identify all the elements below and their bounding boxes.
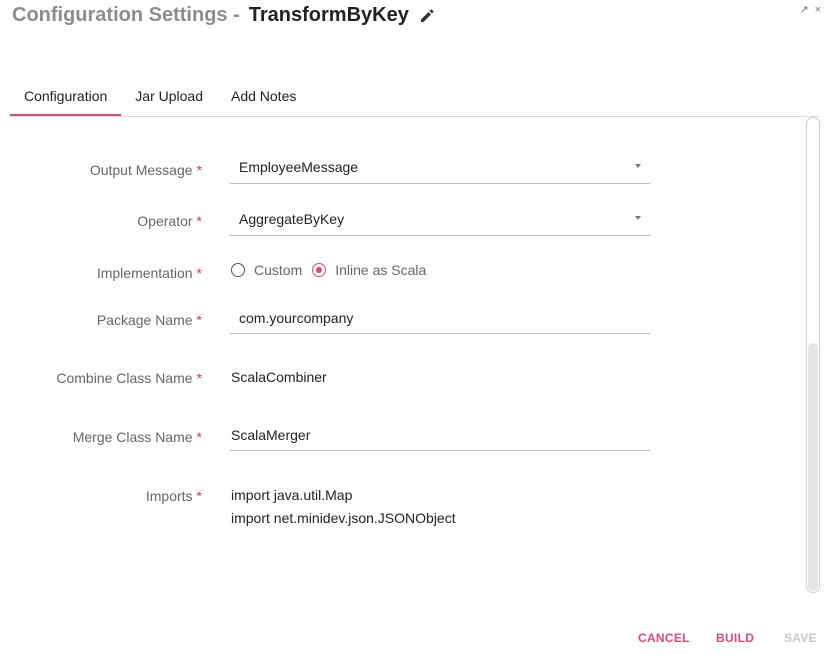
caret-down-icon (635, 164, 641, 168)
tab-configuration[interactable]: Configuration (10, 78, 122, 116)
scrollbar[interactable] (806, 117, 820, 593)
tab-jar-upload[interactable]: Jar Upload (121, 78, 217, 116)
required-mark: * (196, 213, 202, 229)
operator-select[interactable]: AggregateByKey (230, 205, 650, 236)
combine-class-name-value: ScalaCombiner (231, 369, 327, 385)
required-mark: * (196, 162, 202, 178)
imports-editor[interactable]: import java.util.Map import net.minidev.… (231, 484, 456, 530)
radio-inline-scala-label: Inline as Scala (335, 262, 427, 278)
required-mark: * (196, 488, 202, 504)
pencil-icon[interactable] (419, 8, 435, 24)
imports-label: Imports * (146, 488, 202, 504)
output-message-label-text: Output Message (89, 162, 193, 178)
implementation-radio-group: Custom Inline as Scala (231, 262, 436, 278)
operator-label-text: Operator (137, 213, 193, 229)
build-button[interactable]: BUILD (716, 631, 754, 645)
radio-custom-label: Custom (254, 262, 303, 278)
operator-label: Operator * (137, 213, 202, 229)
radio-unchecked-icon (231, 263, 245, 277)
radio-checked-icon (312, 263, 327, 277)
merge-class-name-label: Merge Class Name * (73, 429, 202, 445)
package-name-label-text: Package Name (96, 312, 193, 328)
component-name: TransformByKey (248, 4, 409, 26)
output-message-label: Output Message * (90, 162, 202, 178)
tab-bar: Configuration Jar Upload Add Notes (10, 78, 820, 117)
import-line: import java.util.Map (231, 487, 353, 503)
operator-value: AggregateByKey (239, 211, 345, 227)
merge-class-name-input[interactable]: ScalaMerger (230, 421, 650, 451)
package-name-value: com.yourcompany (239, 310, 354, 326)
combine-class-name-label: Combine Class Name * (56, 370, 202, 386)
implementation-label-text: Implementation (96, 265, 193, 281)
import-line: import net.minidev.json.JSONObject (231, 510, 456, 526)
required-mark: * (196, 429, 202, 445)
implementation-label: Implementation * (97, 265, 202, 281)
output-message-select[interactable]: EmployeeMessage (230, 153, 650, 184)
combine-class-name-label-text: Combine Class Name (56, 370, 193, 386)
imports-label-text: Imports (145, 488, 193, 504)
radio-custom[interactable]: Custom (231, 262, 302, 278)
cancel-button[interactable]: CANCEL (638, 631, 690, 645)
package-name-input[interactable]: com.yourcompany (230, 304, 650, 334)
window-controls: ↗ × (799, 3, 821, 17)
output-message-value: EmployeeMessage (239, 159, 359, 175)
expand-icon[interactable]: ↗ (799, 3, 808, 17)
package-name-label: Package Name * (97, 312, 202, 328)
tab-add-notes[interactable]: Add Notes (217, 78, 310, 116)
merge-class-name-value: ScalaMerger (231, 427, 311, 443)
required-mark: * (196, 370, 202, 386)
save-button[interactable]: SAVE (784, 631, 817, 645)
scrollbar-thumb[interactable] (808, 343, 818, 591)
close-icon[interactable]: × (815, 3, 821, 17)
merge-class-name-label-text: Merge Class Name (72, 429, 193, 445)
dialog-title-prefix: Configuration Settings - (12, 4, 240, 26)
dialog-header: Configuration Settings - TransformByKey (12, 4, 435, 27)
required-mark: * (196, 265, 202, 281)
required-mark: * (196, 312, 202, 328)
caret-down-icon (635, 216, 641, 220)
radio-inline-scala[interactable]: Inline as Scala (312, 262, 426, 278)
